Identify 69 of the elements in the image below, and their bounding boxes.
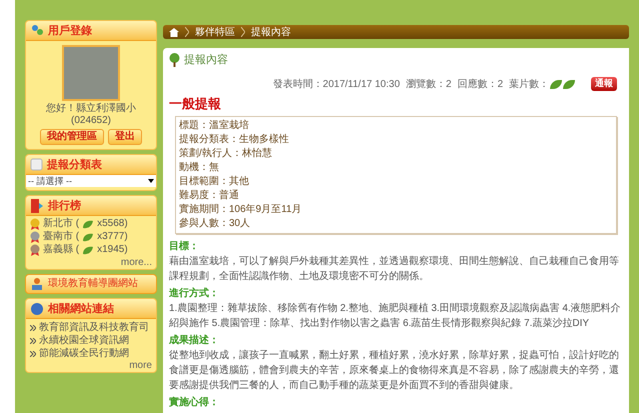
category-select[interactable]: -- 請選擇 -- (26, 175, 156, 187)
banner-link[interactable]: 環境教育輔導團網站 (25, 274, 157, 294)
book-icon (30, 198, 44, 212)
section-title: 成果描述： (169, 334, 220, 348)
info-line: 標題：溫室栽培 (179, 119, 250, 133)
site-link[interactable]: 永續校園全球資訊網 (39, 334, 129, 347)
leaf-count-label: 葉片數： (509, 78, 549, 92)
banner-text: 環境教育輔導團網站 (48, 278, 138, 290)
medal-icon (30, 231, 40, 243)
view-count: 瀏覽數：2 (406, 78, 452, 92)
panel-title: 相關網站連結 (48, 302, 114, 314)
section-heading: 一般提報 (169, 94, 222, 112)
section-title: 實施心得： (169, 396, 220, 410)
breadcrumb-link[interactable]: 夥伴特區 (195, 24, 235, 40)
select-value: -- 請選擇 -- (28, 175, 72, 187)
more-link[interactable]: more... (120, 257, 152, 269)
ranking-name: 新北市 ( (43, 218, 80, 230)
info-line: 目標範圍：其他 (179, 175, 250, 189)
section-title: 目標： (169, 240, 200, 254)
bullet-icon (30, 350, 36, 356)
info-line: 策劃/執行人：林怡慧 (179, 147, 273, 161)
section-text: 1.農園整理：雜草拔除、移除舊有作物 2.整地、施肥與種植 3.田間環境觀察及認識病蟲害 4.液態肥料介紹與施作 5.農園管理：除草、找出對作物以害之蟲害 6.蔬苗生長情形觀察與紀錄 7.蔬菜沙拉DIY (169, 302, 622, 331)
section-text: 藉由溫室栽培，可以了解與戶外栽種其差異性，並透過觀察環境、田間生態解說、自己栽種自己食用等課程規劃，全面性認識作物、土地及環境密不可分的關係。 (169, 254, 620, 284)
ranking-name: 臺南市 ( (43, 231, 80, 243)
leaf-count: x5568) (97, 218, 128, 230)
reader-icon (30, 277, 44, 291)
section-title: 進行方式： (169, 287, 220, 301)
medal-icon (30, 244, 40, 256)
account-button[interactable]: 登出 (108, 129, 142, 145)
report-button[interactable]: 通報 (591, 77, 617, 91)
panel-title: 提報分類表 (47, 158, 102, 170)
chevron-icon (185, 27, 189, 37)
dice-icon (30, 158, 43, 171)
leaf-icon (82, 220, 94, 228)
info-line: 實施期間：106年9月至11月 (179, 203, 303, 217)
leaf-count: x1945) (97, 244, 128, 256)
leaf-icon (82, 246, 94, 254)
account-button[interactable]: 我的管理區 (40, 129, 104, 145)
post-time: 發表時間：2017/11/17 10:30 (272, 78, 400, 92)
photo-placeholder (62, 45, 120, 101)
section-text: 從整地到收成，讓孩子一直喊累，翻土好累，種植好累，澆水好累，除草好累，捉蟲可怕，設計好吃的食譜更是傷透腦筋，體會到農夫的辛苦，原來餐桌上的食物得來真是不容易，除了感謝農夫的辛勞，還要感謝提供我們三餐的人，而自己動手種的蔬菜更是外面買不到的香甜與健康。 (169, 348, 620, 393)
ranking-name: 嘉義縣 ( (43, 244, 80, 256)
panel-title: 用戶登錄 (48, 24, 92, 36)
breadcrumb-link[interactable]: 提報內容 (251, 24, 291, 40)
home-icon[interactable] (169, 28, 179, 36)
leaf-icon (550, 80, 562, 88)
globe-icon (30, 302, 44, 316)
reply-count: 回應數：2 (457, 78, 503, 92)
tree-icon (169, 53, 180, 68)
info-line: 提報分類表：生物多樣性 (179, 133, 290, 147)
panel-title: 提報內容 (184, 52, 228, 68)
bullet-icon (30, 324, 36, 330)
info-line: 參與人數：30人 (179, 217, 252, 231)
site-link[interactable]: 節能減碳全民行動網 (39, 347, 129, 360)
greeting-text: 您好！縣立利澤國小 (46, 103, 136, 115)
user-id: (024652) (70, 115, 112, 127)
chevron-icon (241, 27, 245, 37)
info-line: 動機：無 (179, 161, 220, 175)
leaf-count: x3777) (97, 231, 128, 243)
leaf-icon (563, 80, 575, 88)
users-icon (30, 24, 44, 38)
more-link[interactable]: more (129, 360, 152, 372)
site-link[interactable]: 教育部資訊及科技教育司 (39, 321, 149, 334)
info-line: 難易度：普通 (179, 189, 240, 203)
leaf-icon (82, 232, 94, 242)
bullet-icon (30, 338, 36, 344)
panel-title: 排行榜 (48, 200, 81, 212)
medal-icon (30, 218, 40, 230)
dropdown-icon (148, 179, 154, 183)
